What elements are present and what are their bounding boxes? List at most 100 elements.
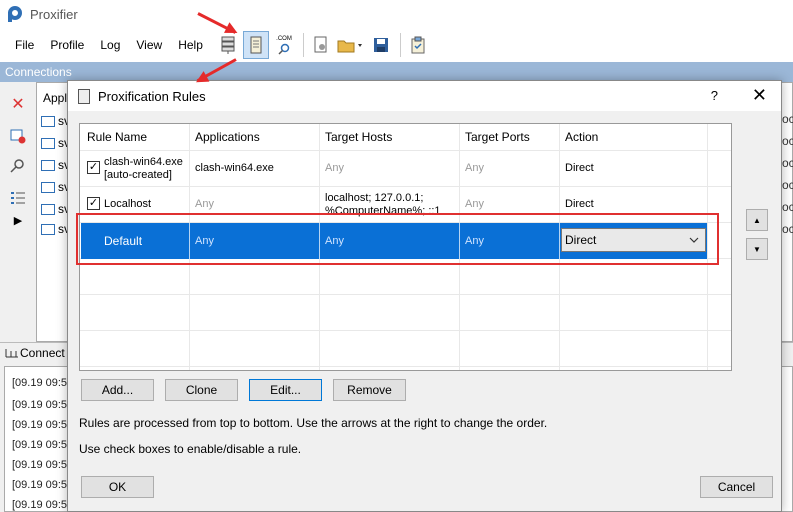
list-item[interactable]: sv (41, 221, 70, 237)
column-header-target-hosts[interactable]: Target Hosts (325, 130, 392, 144)
action-dropdown[interactable]: Direct (561, 228, 706, 252)
expand-arrow-icon[interactable]: ▶ (10, 212, 26, 228)
connection-right-fragment: oc (782, 156, 793, 170)
column-header-applications[interactable]: Applications (195, 130, 260, 144)
list-item[interactable]: sv (41, 135, 70, 151)
log-line: [09.19 09:58 (12, 399, 74, 411)
log-line: [09.19 09:58 (12, 439, 74, 451)
column-header-target-ports[interactable]: Target Ports (465, 130, 530, 144)
advanced-settings-button[interactable] (308, 31, 334, 59)
ok-button[interactable]: OK (81, 476, 154, 498)
column-header-rule-name[interactable]: Rule Name (87, 130, 147, 144)
connection-right-fragment: oc (782, 222, 793, 236)
menu-help[interactable]: Help (170, 38, 211, 52)
add-rule-button[interactable]: Add... (81, 379, 154, 401)
list-item[interactable]: sv (41, 201, 70, 217)
menu-file[interactable]: File (7, 38, 42, 52)
window-icon (41, 223, 55, 235)
clone-rule-button[interactable]: Clone (165, 379, 238, 401)
connections-column-header[interactable]: Appl (43, 91, 67, 105)
help-button[interactable]: ? (711, 88, 718, 103)
rule-target-hosts: Any (325, 235, 344, 247)
connection-right-fragment: oc (782, 200, 793, 214)
open-profile-button[interactable] (336, 31, 366, 59)
app-titlebar: Proxifier (0, 0, 793, 28)
rule-enabled-checkbox[interactable]: ✓ (87, 161, 100, 174)
toolbar-separator (303, 33, 304, 57)
rule-target-hosts-line2: %ComputerName%; ::1 (325, 205, 441, 217)
log-line: [09.19 09:58 (12, 499, 74, 511)
rules-scroll-icon (250, 36, 262, 54)
connection-right-fragment: oc (782, 112, 793, 126)
window-remove-icon[interactable] (10, 128, 26, 144)
magnifier-icon (278, 43, 290, 55)
profile-options-button[interactable] (405, 31, 431, 59)
folder-icon (337, 40, 362, 53)
log-line: [09.19 09:58 (12, 459, 74, 471)
order-hint: Rules are processed from top to bottom. … (79, 416, 548, 430)
column-divider (459, 223, 460, 259)
save-profile-button[interactable] (368, 31, 394, 59)
close-button[interactable]: ✕ (752, 85, 767, 106)
rule-target-hosts-line1: localhost; 127.0.0.1; (325, 192, 424, 204)
chevron-down-icon (689, 237, 699, 243)
column-divider (707, 124, 708, 370)
rule-applications: Any (195, 235, 214, 247)
row-divider (80, 330, 731, 331)
floppy-disk-icon (374, 38, 388, 52)
rule-action[interactable]: Direct (565, 198, 594, 211)
connections-panel-header: Connections (0, 62, 793, 82)
rules-table: Rule Name Applications Target Hosts Targ… (79, 123, 732, 371)
rule-target-ports: Any (465, 162, 484, 174)
row-divider (80, 366, 731, 367)
move-down-button[interactable]: ▼ (746, 238, 768, 260)
list-item[interactable]: sv (41, 113, 70, 129)
dialog-titlebar: Proxification Rules ? ✕ (68, 81, 781, 111)
rule-name: Default (104, 234, 143, 248)
name-resolution-button[interactable]: .COM (271, 31, 297, 59)
toolbar: .COM (215, 30, 433, 60)
rules-scroll-icon (78, 88, 90, 104)
list-view-icon[interactable] (10, 190, 26, 206)
rule-name-line2: [auto-created] (104, 169, 172, 181)
edit-rule-button[interactable]: Edit... (249, 379, 322, 401)
clipboard-icon (411, 36, 425, 54)
column-header-action[interactable]: Action (565, 130, 598, 144)
window-icon (41, 181, 55, 193)
action-dropdown-value: Direct (565, 233, 597, 247)
row-divider (80, 150, 731, 151)
column-divider (189, 223, 190, 259)
connection-right-fragment: oc (782, 134, 793, 148)
cancel-button[interactable]: Cancel (700, 476, 773, 498)
rule-applications: Any (195, 198, 214, 210)
remove-rule-button[interactable]: Remove (333, 379, 406, 401)
rule-target-ports: Any (465, 198, 484, 210)
rule-enabled-checkbox[interactable]: ✓ (87, 197, 100, 210)
row-divider (80, 294, 731, 295)
list-item[interactable]: sv (41, 157, 70, 173)
search-icon[interactable] (10, 158, 26, 174)
menu-profile[interactable]: Profile (42, 38, 92, 52)
column-divider (559, 223, 560, 259)
server-icon (221, 36, 235, 54)
connections-side-toolbar: ✕ ▶ (0, 82, 36, 342)
log-line: [09.19 09:58 (12, 377, 74, 389)
rule-action[interactable]: Direct (565, 162, 594, 175)
list-item[interactable]: sv (41, 179, 70, 195)
gear-document-icon (314, 36, 327, 53)
rule-target-ports: Any (465, 235, 484, 247)
network-icon (5, 349, 18, 358)
menu-view[interactable]: View (128, 38, 170, 52)
window-icon (41, 137, 55, 149)
close-connection-icon[interactable]: ✕ (10, 96, 26, 113)
proxification-rules-button[interactable] (243, 31, 269, 59)
table-row-selected[interactable]: Default Any Any Any Direct (81, 223, 707, 259)
window-icon (41, 203, 55, 215)
rule-applications: clash-win64.exe (195, 162, 274, 174)
menu-log[interactable]: Log (92, 38, 128, 52)
checkbox-hint: Use check boxes to enable/disable a rule… (79, 442, 302, 456)
tab-connections[interactable]: Connect (4, 346, 65, 360)
move-up-button[interactable]: ▲ (746, 209, 768, 231)
log-line: [09.19 09:58 (12, 419, 74, 431)
rule-name-line1: clash-win64.exe (104, 156, 183, 168)
